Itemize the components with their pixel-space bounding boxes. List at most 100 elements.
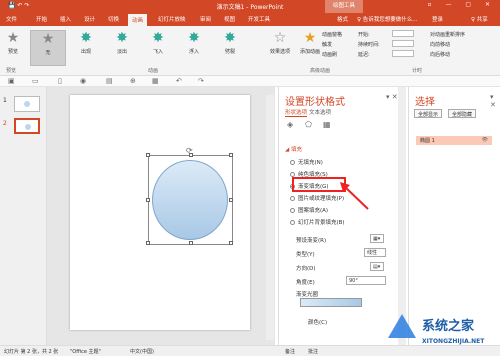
eye-icon[interactable]: 👁 — [482, 137, 488, 143]
gradient-stops-bar[interactable] — [300, 298, 362, 307]
trigger-button[interactable]: 触发 — [322, 41, 332, 48]
slide-thumb-2[interactable] — [14, 118, 40, 134]
angle-label: 角度(E) — [296, 280, 315, 286]
animation-pane-button[interactable]: 动画窗格 — [322, 31, 342, 38]
resize-handle[interactable] — [229, 241, 233, 245]
slide-indicator: 幻灯片 第 2 张，共 2 张 — [4, 349, 59, 355]
new-icon[interactable]: ▯ — [58, 77, 62, 85]
tab-animations[interactable]: 动画 — [128, 14, 148, 26]
window-controls[interactable]: ▫ — ▢ ✕ — [428, 1, 496, 8]
undo-icon[interactable]: ↶ — [176, 77, 182, 85]
gradient-type-label: 类型(Y) — [296, 252, 315, 258]
group-label-preview: 预览 — [6, 68, 17, 74]
canvas-scrollbar[interactable] — [266, 95, 274, 340]
preview-button[interactable]: ★ 预览 — [2, 30, 24, 66]
radio-no-fill[interactable]: 无填充(N) — [290, 158, 323, 166]
watermark-url: XITONGZHIJIA.NET — [422, 338, 485, 345]
save-icon[interactable]: ▣ — [8, 77, 15, 85]
anim-split[interactable]: ✸ 劈裂 — [212, 30, 248, 66]
thumb-shape — [24, 101, 30, 107]
close-icon[interactable]: ▾ ✕ — [490, 93, 500, 109]
close-icon[interactable]: ▾ ✕ — [386, 93, 398, 101]
timing-duration-field[interactable] — [392, 40, 414, 47]
angle-input[interactable]: 90° — [346, 276, 386, 285]
site-watermark: 系统之家 XITONGZHIJIA.NET — [388, 314, 485, 345]
slide-number: 1 — [3, 97, 7, 104]
animation-painter-button[interactable]: 动画刷 — [322, 51, 337, 58]
resize-handle[interactable] — [146, 198, 150, 202]
tab-format[interactable]: 格式 — [337, 15, 348, 23]
tab-developer[interactable]: 开发工具 — [248, 15, 270, 23]
login-link[interactable]: 登录 — [432, 15, 443, 23]
radio-dot — [290, 208, 295, 213]
direction-picker[interactable]: ▤▾ — [370, 262, 384, 271]
tab-review[interactable]: 审阅 — [200, 15, 211, 23]
resize-handle[interactable] — [229, 198, 233, 202]
resize-handle[interactable] — [189, 241, 193, 245]
tell-me-search[interactable]: ♀ 告诉我您想要做什么... — [357, 15, 418, 23]
gradient-type-select[interactable]: 线性 — [364, 248, 386, 257]
fill-line-icon[interactable]: ◈ — [287, 120, 293, 129]
size-icon[interactable]: ▦ — [323, 120, 331, 129]
quick-toolbar: ▣ ▭ ▯ ◉ ▤ ⊕ ▦ ↶ ↷ — [0, 76, 500, 87]
radio-pattern-fill[interactable]: 图案填充(A) — [290, 206, 328, 214]
window-title: 演示文稿1 - PowerPoint — [216, 4, 284, 11]
timing-delay-field[interactable] — [392, 50, 414, 57]
print-icon[interactable]: ▤ — [106, 77, 113, 85]
open-icon[interactable]: ▭ — [32, 77, 39, 85]
move-earlier-button[interactable]: 向前移动 — [430, 41, 450, 48]
slide-number: 2 — [3, 120, 7, 127]
star-icon: ✸ — [116, 30, 128, 46]
tab-slideshow[interactable]: 幻灯片放映 — [158, 15, 186, 23]
anim-appear[interactable]: ✸ 出现 — [68, 30, 104, 66]
notes-button[interactable]: 备注 — [285, 348, 295, 355]
anim-fly-in[interactable]: ✸ 飞入 — [140, 30, 176, 66]
tab-design[interactable]: 设计 — [84, 15, 95, 23]
fill-section-header[interactable]: ◢ 填充 — [285, 145, 302, 153]
tab-transitions[interactable]: 切换 — [108, 15, 119, 23]
thumb-shape — [25, 124, 31, 130]
group-label-animation: 动画 — [148, 68, 159, 74]
radio-picture-fill[interactable]: 图片或纹理填充(P) — [290, 194, 344, 202]
anim-float-in[interactable]: ✸ 浮入 — [176, 30, 212, 66]
tab-view[interactable]: 视图 — [224, 15, 235, 23]
selection-item-ellipse[interactable]: 椭圆 1 👁 — [416, 136, 492, 145]
anim-fade[interactable]: ✸ 淡出 — [104, 30, 140, 66]
zoom-icon[interactable]: ⊕ — [130, 77, 136, 85]
text-options-tab[interactable]: 文本选项 — [309, 108, 331, 116]
timing-start-select[interactable] — [392, 30, 414, 37]
group-label-advanced: 高级动画 — [310, 68, 331, 74]
resize-handle[interactable] — [146, 241, 150, 245]
grid-icon[interactable]: ▦ — [152, 77, 159, 85]
title-bar: 💾 ↶ ↷ 演示文稿1 - PowerPoint 绘图工具 ▫ — ▢ ✕ — [0, 0, 500, 13]
timing-start-label: 开始: — [358, 32, 370, 38]
slide-thumb-1[interactable] — [14, 96, 40, 112]
red-arrow-annotation — [340, 182, 369, 210]
comments-button[interactable]: 批注 — [308, 348, 318, 355]
shape-icon[interactable]: ◉ — [80, 77, 86, 85]
resize-handle[interactable] — [146, 153, 150, 157]
ellipse-shape[interactable] — [152, 160, 228, 240]
tab-insert[interactable]: 插入 — [60, 15, 71, 23]
star-icon: ✸ — [188, 30, 200, 46]
redo-icon[interactable]: ↷ — [198, 77, 204, 85]
resize-handle[interactable] — [229, 153, 233, 157]
preset-gradient-picker[interactable]: ▦▾ — [370, 234, 384, 243]
tab-home[interactable]: 开始 — [36, 15, 47, 23]
share-button[interactable]: ♀ 共享 — [471, 15, 488, 23]
shape-options-tab[interactable]: 形状选项 — [285, 108, 308, 117]
hide-all-button[interactable]: 全部隐藏 — [448, 109, 477, 118]
language[interactable]: 中文(中国) — [130, 348, 154, 355]
move-later-button[interactable]: 向后移动 — [430, 51, 450, 58]
radio-background-fill[interactable]: 幻灯片背景填充(B) — [290, 218, 345, 226]
effects-icon[interactable]: ⬠ — [305, 120, 312, 129]
tab-file[interactable]: 文件 — [6, 15, 17, 23]
star-icon: ☆ — [273, 30, 287, 46]
anim-none[interactable]: ★ 无 — [30, 30, 66, 66]
format-pane-title: 设置形状格式 — [285, 97, 345, 108]
watermark-logo — [388, 314, 416, 338]
preset-gradient-label: 预设渐变(R) — [296, 238, 327, 244]
timing-duration-label: 持续时间: — [358, 42, 380, 48]
resize-handle[interactable] — [189, 153, 193, 157]
show-all-button[interactable]: 全部显示 — [414, 109, 443, 118]
